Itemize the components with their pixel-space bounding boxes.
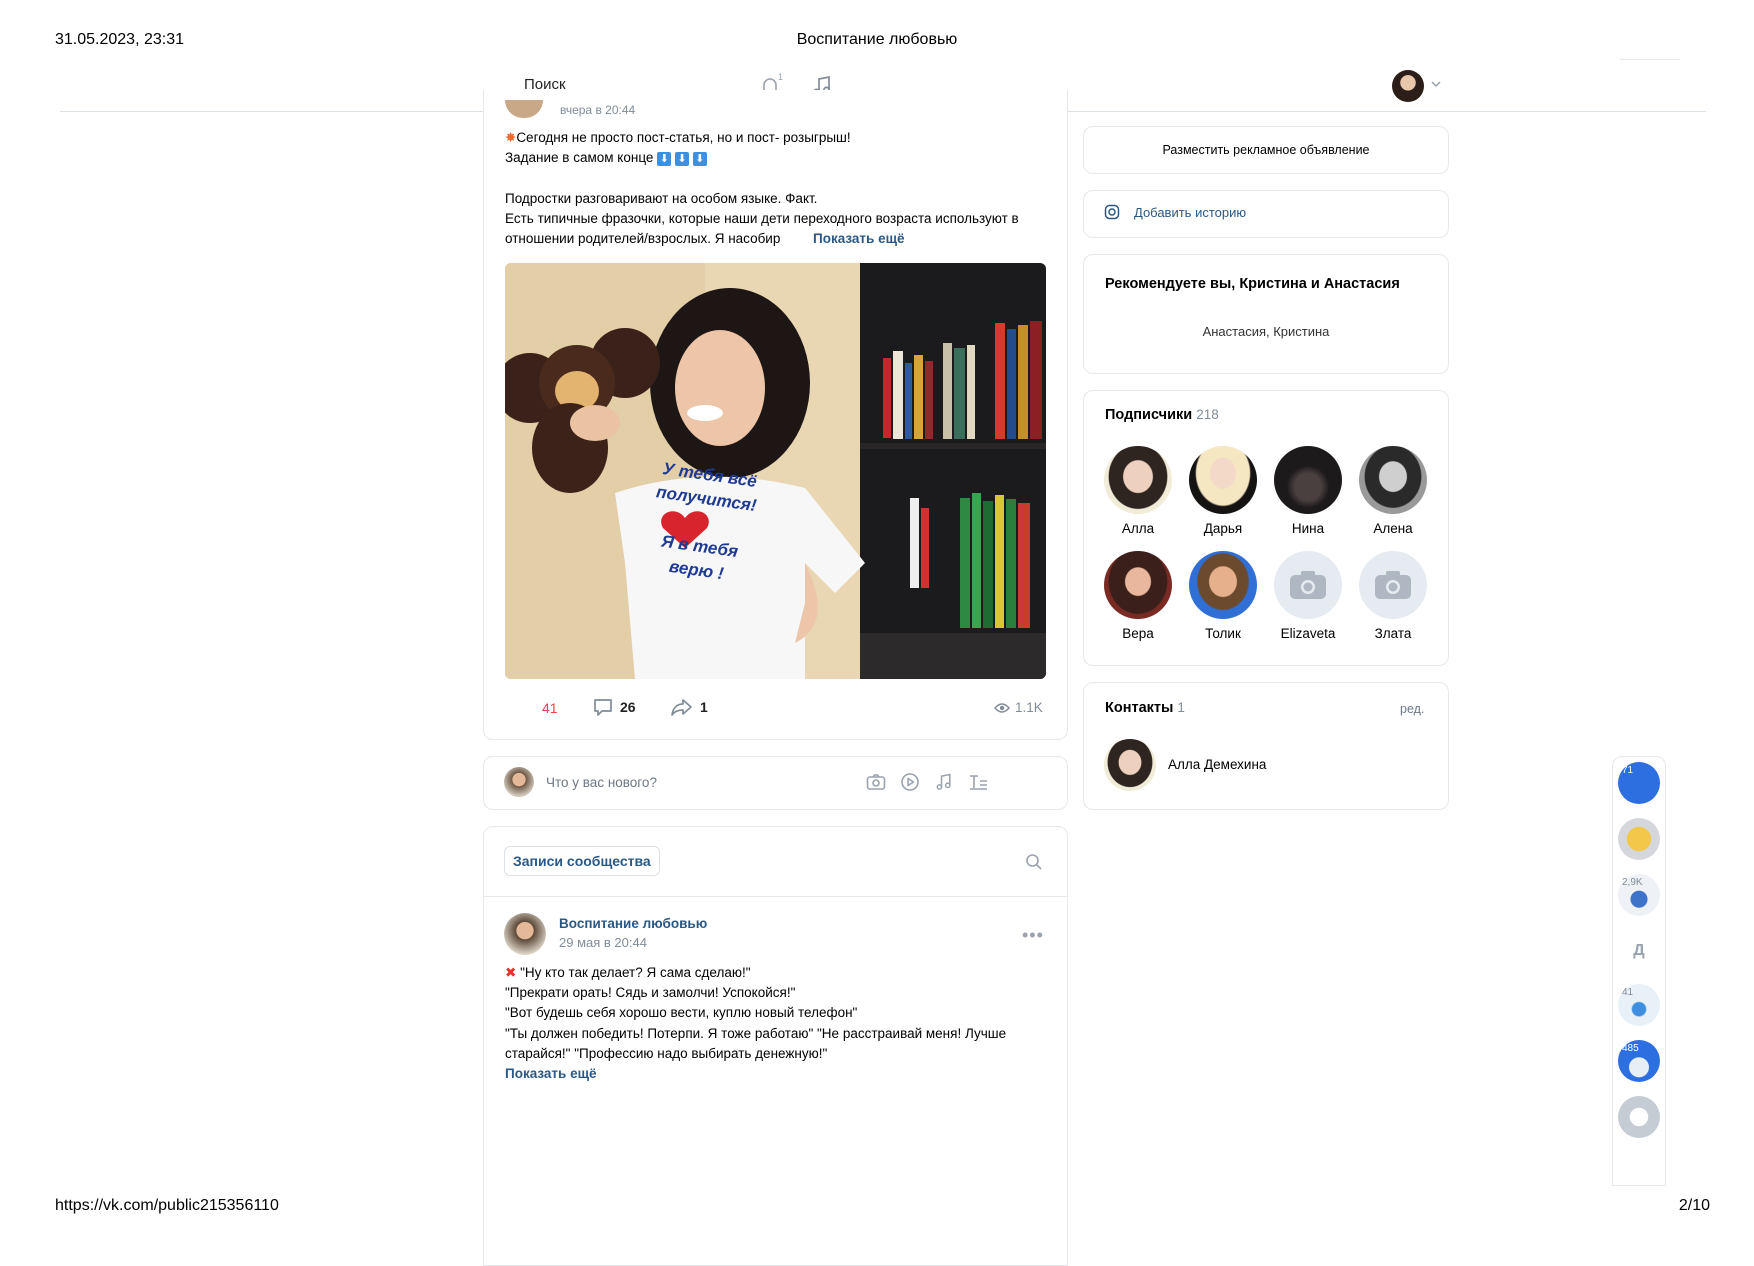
sidebar-badge: 41	[1622, 987, 1634, 998]
subscribers-title: Подписчики	[1105, 407, 1193, 423]
subscribers-count: 218	[1196, 407, 1219, 422]
subscriber-avatar[interactable]	[1104, 446, 1172, 514]
subscriber-name[interactable]: Elizaveta	[1265, 626, 1351, 641]
print-title: Воспитание любовью	[796, 31, 958, 48]
composer-input[interactable]: Что у вас нового?	[546, 775, 657, 790]
subscribers-header[interactable]: Подписчики 218	[1105, 407, 1219, 423]
subscriber-avatar[interactable]	[1359, 446, 1427, 514]
post2-line-4: "Ты должен победить! Потерпи. Я тоже раб…	[505, 1026, 1007, 1041]
sidebar-badge: 71	[1622, 765, 1634, 776]
video-icon[interactable]	[896, 768, 924, 796]
contacts-title: Контакты	[1105, 700, 1174, 716]
subscriber-name[interactable]: Вера	[1095, 626, 1181, 641]
post2-line-1: ✖ "Ну кто так делает? Я сама сделаю!"	[505, 965, 751, 980]
post-line-5: отношении родителей/взрослых. Я насобир	[505, 231, 781, 246]
comment-count: 26	[620, 699, 636, 715]
article-icon[interactable]	[964, 768, 992, 796]
subscriber-name[interactable]: Толик	[1180, 626, 1266, 641]
topbar-edge	[1620, 59, 1680, 60]
show-more-link[interactable]: Показать ещё	[813, 229, 905, 249]
comment-button[interactable]: 26	[592, 696, 636, 718]
post-line-4: Есть типичные фразочки, которые наши дет…	[505, 211, 1019, 226]
contact-name[interactable]: Алла Демехина	[1168, 757, 1266, 772]
subscriber-avatar[interactable]	[1189, 446, 1257, 514]
contacts-edit-link[interactable]: ред.	[1400, 702, 1424, 716]
share-count: 1	[700, 699, 708, 715]
share-icon	[671, 699, 692, 716]
sidebar-badge: 485	[1622, 1043, 1639, 1054]
camera-placeholder-icon	[1290, 571, 1326, 599]
post-date: вчера в 20:44	[560, 103, 636, 117]
recommend-title: Рекомендуете вы, Кристина и Анастасия	[1105, 276, 1400, 292]
post2-line-3: "Вот будешь себя хорошо вести, куплю нов…	[505, 1005, 858, 1020]
contacts-header: Контакты 1	[1105, 700, 1185, 716]
contact-avatar[interactable]	[1104, 739, 1156, 791]
post2-author-link[interactable]: Воспитание любовью	[559, 916, 707, 931]
user-avatar[interactable]	[1392, 70, 1424, 102]
subscriber-avatar[interactable]	[1189, 551, 1257, 619]
views-counter: 1.1K	[994, 700, 1043, 715]
story-icon	[1104, 204, 1120, 225]
subscriber-avatar-placeholder[interactable]	[1359, 551, 1427, 619]
camera-icon[interactable]	[862, 768, 890, 796]
music-attach-icon[interactable]	[930, 768, 958, 796]
like-count: 41	[542, 700, 558, 716]
subscriber-avatar[interactable]	[1104, 551, 1172, 619]
recommend-card	[1083, 254, 1449, 374]
post2-show-more-link[interactable]: Показать ещё	[505, 1064, 597, 1084]
cross-mark-emoji-icon: ✖	[505, 965, 517, 980]
comment-icon	[594, 699, 612, 716]
post2-date[interactable]: 29 мая в 20:44	[559, 935, 647, 950]
search-icon[interactable]	[1020, 848, 1048, 876]
subscriber-name[interactable]: Нина	[1265, 521, 1351, 536]
subscriber-avatar-placeholder[interactable]	[1274, 551, 1342, 619]
composer-avatar	[504, 767, 534, 797]
subscriber-name[interactable]: Злата	[1350, 626, 1436, 641]
post-line-1: ✸Сегодня не просто пост-статья, но и пос…	[505, 130, 851, 145]
eye-icon	[994, 702, 1010, 713]
shirt-print: У тебя всё получится! Я в тебя верю !	[635, 455, 771, 591]
subscriber-avatar[interactable]	[1274, 446, 1342, 514]
place-ad-link[interactable]: Разместить рекламное объявление	[1083, 126, 1449, 174]
subscriber-name[interactable]: Алла	[1095, 521, 1181, 536]
recommend-names[interactable]: Анастасия, Кристина	[1083, 324, 1449, 339]
subscriber-name[interactable]: Дарья	[1180, 521, 1266, 536]
more-options-icon[interactable]: •••	[1022, 925, 1044, 946]
views-count: 1.1K	[1015, 700, 1043, 715]
sidebar-group-avatar[interactable]	[1618, 1096, 1660, 1138]
post-line-2: Задание в самом конце ⬇ ⬇ ⬇	[505, 148, 707, 168]
post-photo[interactable]: У тебя всё получится! Я в тебя верю !	[505, 263, 1046, 679]
arrow-down-emoji-icon: ⬇	[692, 152, 707, 166]
post2-line-2: "Прекрати орать! Сядь и замолчи! Успокой…	[505, 985, 796, 1000]
burst-emoji-icon: ✸	[505, 130, 517, 145]
post-line-3: Подростки разговаривают на особом языке.…	[505, 191, 818, 206]
arrow-down-emoji-icon: ⬇	[657, 152, 672, 166]
post2-line-5: старайся!" "Профессию надо выбирать дене…	[505, 1046, 828, 1061]
print-url: https://vk.com/public215356110	[55, 1197, 279, 1214]
contacts-count: 1	[1177, 700, 1185, 715]
like-button[interactable]: 41	[530, 700, 558, 718]
arrow-down-emoji-icon: ⬇	[674, 152, 689, 166]
post2-author-avatar[interactable]	[504, 913, 546, 955]
wall-divider	[483, 896, 1068, 897]
tab-community-posts[interactable]: Записи сообщества	[504, 846, 660, 876]
sidebar-letter-avatar[interactable]: Д	[1618, 930, 1660, 972]
sidebar-badge: 2,9K	[1622, 877, 1643, 888]
sidebar-group-avatar[interactable]	[1618, 818, 1660, 860]
camera-placeholder-icon	[1375, 571, 1411, 599]
add-story-link[interactable]: Добавить историю	[1134, 205, 1246, 220]
print-page-number: 2/10	[1678, 1197, 1710, 1214]
subscriber-name[interactable]: Алена	[1350, 521, 1436, 536]
share-button[interactable]: 1	[670, 696, 708, 718]
chevron-down-icon[interactable]	[1430, 77, 1442, 95]
notifications-count: 1	[778, 72, 784, 82]
